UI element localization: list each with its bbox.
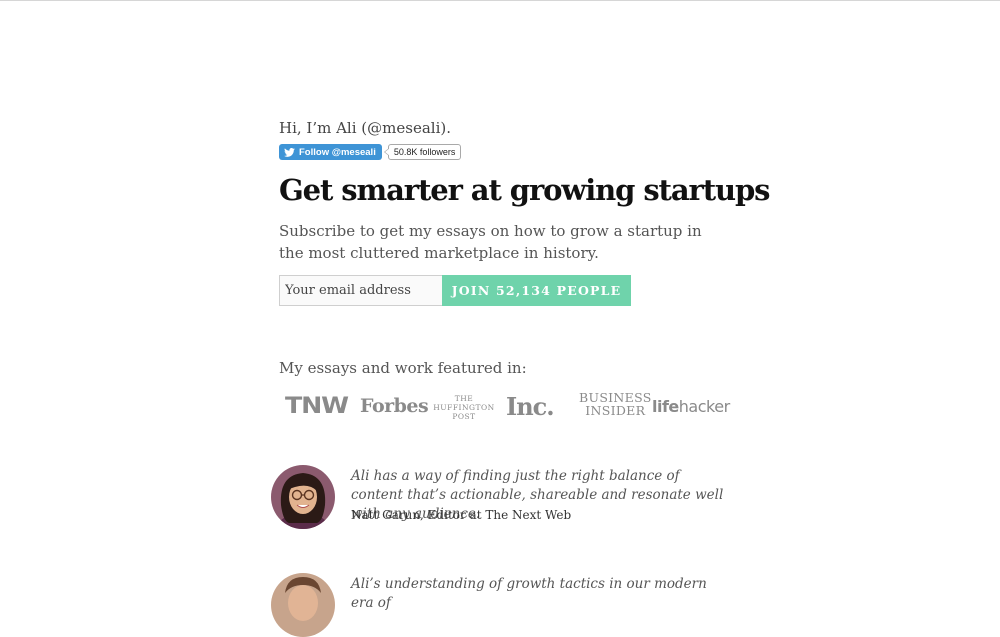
business-insider-logo-line2: INSIDER	[585, 403, 646, 418]
huffington-logo-line2: HUFFINGTON	[433, 403, 495, 412]
email-field[interactable]	[279, 275, 442, 306]
forbes-logo: Forbes	[360, 395, 429, 417]
lifehacker-logo: lifehacker	[652, 397, 730, 416]
signup-form: JOIN 52,134 PEOPLE	[279, 275, 631, 306]
page-title: Get smarter at growing startups	[279, 173, 771, 207]
testimonial-author: Natt Garun, Editor at The Next Web	[351, 508, 572, 522]
intro-text: Hi, I’m Ali (@meseali).	[279, 119, 451, 137]
twitter-follow-label: Follow @meseali	[299, 146, 376, 158]
avatar	[271, 465, 335, 529]
tnw-logo: TNW	[285, 394, 349, 419]
featured-label: My essays and work featured in:	[279, 359, 527, 377]
twitter-follow-widget: Follow @meseali 50.8K followers	[279, 144, 462, 160]
avatar	[271, 573, 335, 637]
twitter-follow-button[interactable]: Follow @meseali	[279, 144, 382, 160]
huffington-logo-line3: POST	[452, 412, 476, 421]
business-insider-logo: BUSINESS INSIDER	[579, 391, 652, 417]
join-button[interactable]: JOIN 52,134 PEOPLE	[442, 275, 631, 306]
twitter-follower-count[interactable]: 50.8K followers	[383, 144, 462, 160]
lifehacker-logo-part2: hacker	[678, 397, 730, 416]
lifehacker-logo-part1: life	[652, 397, 679, 416]
huffington-post-logo: THE HUFFINGTON POST	[433, 394, 495, 421]
twitter-bird-icon	[284, 147, 295, 157]
testimonial-quote: Ali’s understanding of growth tactics in…	[351, 576, 707, 611]
page-subtitle: Subscribe to get my essays on how to gro…	[279, 222, 702, 262]
inc-logo: Inc.	[506, 392, 555, 421]
huffington-logo-line1: THE	[454, 394, 474, 403]
